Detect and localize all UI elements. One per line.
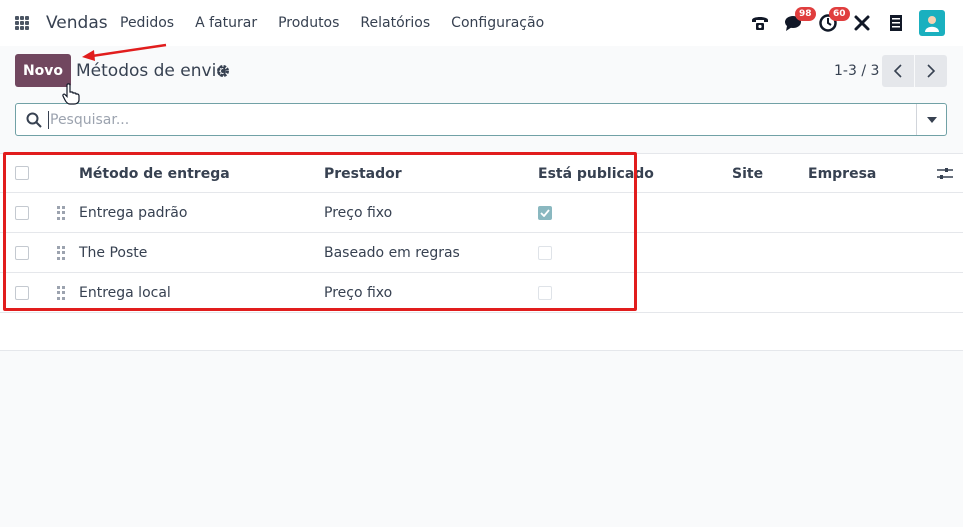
- user-avatar[interactable]: [919, 10, 945, 36]
- main-menu: Pedidos A faturar Produtos Relatórios Co…: [120, 15, 565, 31]
- menu-item-produtos[interactable]: Produtos: [278, 15, 339, 31]
- search-icon: [26, 112, 42, 132]
- table-header: Método de entrega Prestador Está publica…: [0, 153, 963, 193]
- page-title: Métodos de envio: [76, 61, 227, 81]
- table-row[interactable]: Entrega padrão Preço fixo: [0, 193, 963, 233]
- hand-pointer-icon: [62, 83, 80, 105]
- published-checkbox[interactable]: [538, 246, 552, 260]
- pager-value[interactable]: 1-3 / 3: [834, 63, 879, 79]
- provider-cell[interactable]: Baseado em regras: [324, 233, 460, 273]
- method-cell[interactable]: Entrega padrão: [79, 193, 187, 233]
- drag-handle-icon[interactable]: [57, 246, 67, 260]
- drag-handle-icon[interactable]: [57, 206, 67, 220]
- pager-next-button[interactable]: [915, 55, 947, 87]
- column-header-company[interactable]: Empresa: [808, 154, 876, 194]
- activity-clock-icon[interactable]: 60: [815, 7, 850, 36]
- method-cell[interactable]: Entrega local: [79, 273, 171, 313]
- gear-icon[interactable]: [216, 63, 230, 82]
- apps-grid-icon[interactable]: [15, 16, 29, 30]
- chat-icon[interactable]: 98: [781, 7, 816, 36]
- annotation-arrow-icon: [82, 43, 167, 61]
- published-checkbox[interactable]: [538, 286, 552, 300]
- search-input[interactable]: [50, 109, 900, 131]
- row-checkbox[interactable]: [15, 286, 29, 300]
- check-icon: [540, 209, 550, 217]
- drag-handle-icon[interactable]: [57, 286, 67, 300]
- row-checkbox[interactable]: [15, 246, 29, 260]
- method-cell[interactable]: The Poste: [79, 233, 147, 273]
- app-name[interactable]: Vendas: [46, 13, 108, 33]
- select-all-checkbox[interactable]: [15, 166, 29, 180]
- column-header-provider[interactable]: Prestador: [324, 154, 402, 194]
- pager-previous-button[interactable]: [882, 55, 914, 87]
- top-navbar: Vendas Pedidos A faturar Produtos Relató…: [0, 0, 963, 46]
- provider-cell[interactable]: Preço fixo: [324, 273, 392, 313]
- menu-item-a-faturar[interactable]: A faturar: [195, 15, 257, 31]
- row-checkbox[interactable]: [15, 206, 29, 220]
- optional-columns-icon[interactable]: [937, 167, 953, 185]
- search-bar: [15, 103, 947, 136]
- menu-item-relatorios[interactable]: Relatórios: [360, 15, 430, 31]
- text-cursor: [48, 111, 49, 129]
- list-view: Método de entrega Prestador Está publica…: [0, 153, 963, 313]
- search-options-toggle[interactable]: [916, 104, 946, 135]
- list-empty-footer: [0, 313, 963, 351]
- menu-item-configuracao[interactable]: Configuração: [451, 15, 544, 31]
- provider-cell[interactable]: Preço fixo: [324, 193, 392, 233]
- tools-icon[interactable]: [849, 10, 875, 36]
- document-icon[interactable]: [883, 10, 909, 36]
- column-header-method[interactable]: Método de entrega: [79, 154, 230, 194]
- systray: 98 60: [739, 7, 945, 36]
- published-checkbox[interactable]: [538, 206, 552, 220]
- activity-badge: 60: [829, 7, 850, 21]
- table-row[interactable]: Entrega local Preço fixo: [0, 273, 963, 313]
- table-row[interactable]: The Poste Baseado em regras: [0, 233, 963, 273]
- column-header-site[interactable]: Site: [732, 154, 763, 194]
- chat-badge: 98: [795, 7, 816, 21]
- caret-down-icon: [926, 116, 937, 123]
- phone-icon[interactable]: [747, 10, 773, 36]
- column-header-published[interactable]: Está publicado: [538, 154, 654, 194]
- menu-item-pedidos[interactable]: Pedidos: [120, 15, 174, 31]
